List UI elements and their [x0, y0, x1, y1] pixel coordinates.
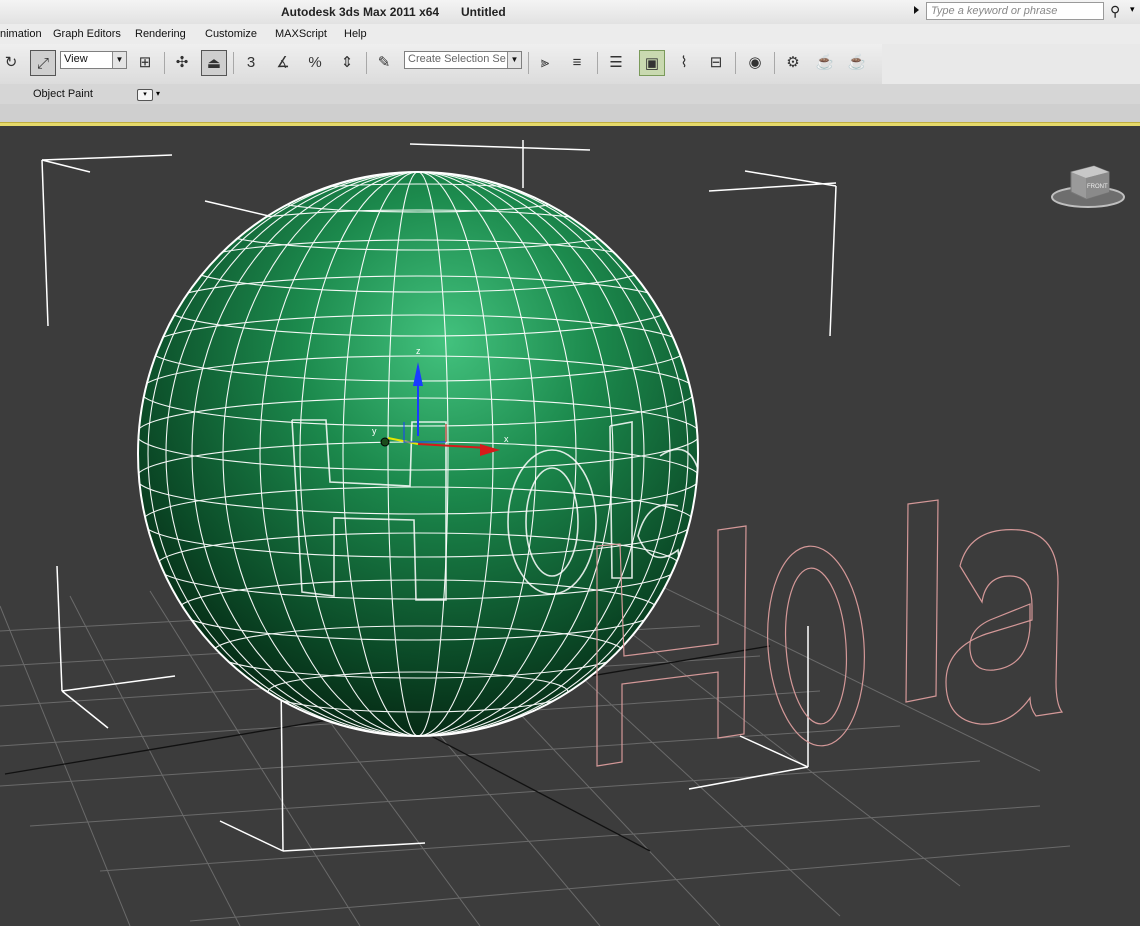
ribbon-options-button[interactable]: ▾ — [137, 89, 153, 101]
render-setup-icon[interactable]: ⚙ — [780, 50, 806, 76]
rendered-frame-window-icon[interactable]: ☕ — [812, 50, 838, 76]
schematic-view-icon[interactable]: ⊟ — [703, 50, 729, 76]
app-title: Autodesk 3ds Max 2011 x64 — [281, 5, 440, 19]
align-icon[interactable]: ≡ — [564, 50, 590, 76]
viewcube[interactable]: FRONT — [1051, 165, 1125, 208]
document-title: Untitled — [461, 5, 506, 19]
ribbon-bar: Object Paint ▾ ▾ — [0, 84, 1140, 104]
toolbar-separator — [735, 52, 736, 74]
keyboard-shortcut-override-icon[interactable]: ⏏ — [201, 50, 227, 76]
search-dropdown-icon[interactable]: ▾ — [1130, 4, 1135, 15]
gizmo-y-label: y — [372, 426, 377, 436]
rotate-icon[interactable]: ↻ — [0, 50, 24, 76]
main-toolbar: ↻ ⤢ View ▼ ⊞ ✣ ⏏ 3 ∡ % ⇕ ✎ Create Select… — [0, 44, 883, 85]
sphere-object — [137, 171, 699, 737]
menu-animation[interactable]: nimation — [0, 28, 42, 40]
search-input[interactable]: Type a keyword or phrase — [926, 2, 1104, 20]
mirror-icon[interactable]: ⫸ — [532, 50, 558, 76]
toolbar-separator — [774, 52, 775, 74]
toolbar-empty-area — [882, 44, 1140, 84]
menu-help[interactable]: Help — [344, 28, 367, 40]
graphite-modeling-tools-icon[interactable]: ▣ — [639, 50, 665, 76]
title-bar: Autodesk 3ds Max 2011 x64 Untitled Type … — [0, 0, 1140, 25]
scale-icon[interactable]: ⤢ — [30, 50, 56, 76]
menu-maxscript[interactable]: MAXScript — [275, 28, 327, 40]
menu-customize[interactable]: Customize — [205, 28, 257, 40]
ribbon-tab-object-paint[interactable]: Object Paint — [33, 88, 93, 100]
menu-rendering[interactable]: Rendering — [135, 28, 186, 40]
gizmo-x-label: x — [504, 434, 509, 444]
spinner-snap-icon[interactable]: ⇕ — [334, 50, 360, 76]
pivot-center-icon[interactable]: ⊞ — [132, 50, 158, 76]
gizmo-z-label: z — [416, 346, 421, 356]
toolbar-separator — [164, 52, 165, 74]
toolbar-separator — [366, 52, 367, 74]
ribbon-panel-strip — [0, 104, 1140, 122]
toolbar-separator — [597, 52, 598, 74]
toolbar-separator — [233, 52, 234, 74]
binoculars-search-icon[interactable]: ⚲ — [1110, 3, 1120, 20]
select-and-manipulate-icon[interactable]: ✣ — [169, 50, 195, 76]
perspective-viewport[interactable]: z x y FRONT — [0, 126, 1140, 926]
material-editor-icon[interactable]: ◉ — [742, 50, 768, 76]
viewport-canvas: z x y FRONT — [0, 140, 1125, 926]
curve-editor-icon[interactable]: ⌇ — [671, 50, 697, 76]
reference-coordinate-select[interactable]: View ▼ — [60, 51, 127, 69]
edit-named-selection-icon[interactable]: ✎ — [371, 50, 397, 76]
toolbar-separator — [528, 52, 529, 74]
layer-manager-icon[interactable]: ☰ — [603, 50, 629, 76]
percent-snap-icon[interactable]: % — [302, 50, 328, 76]
menu-bar: nimation Graph Editors Rendering Customi… — [0, 24, 1140, 44]
chevron-down-icon: ▼ — [507, 52, 521, 68]
expand-arrow-icon[interactable] — [914, 6, 919, 14]
snaps-toggle-icon[interactable]: 3 — [238, 50, 264, 76]
named-selection-set-select[interactable]: Create Selection Se ▼ — [404, 51, 522, 69]
chevron-down-icon[interactable]: ▾ — [156, 89, 160, 98]
render-production-icon[interactable]: ☕ — [844, 50, 870, 76]
angle-snap-icon[interactable]: ∡ — [270, 50, 296, 76]
chevron-down-icon: ▼ — [112, 52, 126, 68]
viewcube-front-label: FRONT — [1087, 184, 1108, 190]
menu-graph-editors[interactable]: Graph Editors — [53, 28, 121, 40]
